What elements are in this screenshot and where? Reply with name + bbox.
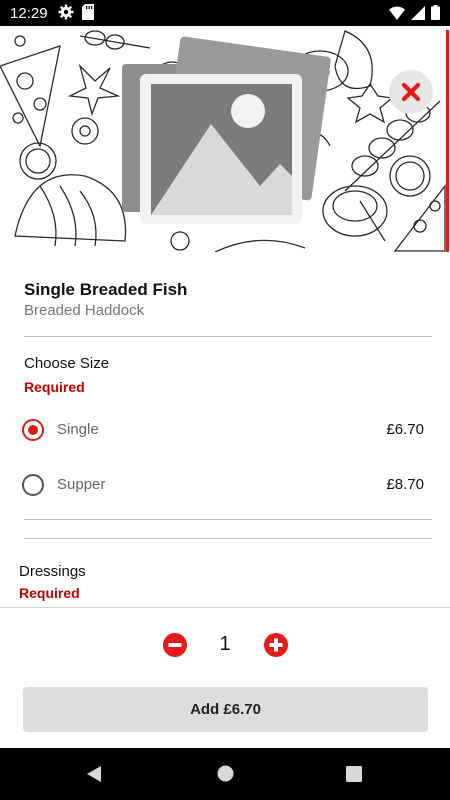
- status-time: 12:29: [10, 5, 48, 22]
- decrement-button[interactable]: [163, 633, 187, 657]
- status-bar: 12:29: [0, 0, 450, 26]
- product-options: Single Breaded Fish Breaded Haddock Choo…: [0, 252, 450, 608]
- food-sketch-background: [0, 30, 446, 252]
- navigation-bar: [0, 748, 450, 800]
- minus-circle-icon: [163, 633, 187, 657]
- option-price: £6.70: [386, 421, 424, 438]
- plus-circle-icon: [264, 633, 288, 657]
- quantity-value: 1: [219, 633, 231, 655]
- add-to-basket-button[interactable]: Add £6.70: [23, 687, 428, 732]
- option-label: Supper: [57, 476, 106, 493]
- option-price: £8.70: [386, 476, 424, 493]
- product-description: Breaded Haddock: [24, 302, 145, 319]
- divider: [24, 336, 432, 337]
- home-icon[interactable]: [217, 765, 234, 787]
- radio-unselected[interactable]: [22, 474, 44, 496]
- gear-icon: [58, 4, 74, 25]
- divider: [24, 519, 432, 520]
- close-button[interactable]: [389, 70, 433, 114]
- increment-button[interactable]: [264, 633, 288, 657]
- option-label: Single: [57, 421, 99, 438]
- signal-icon: [411, 5, 425, 25]
- product-image: [0, 26, 450, 252]
- battery-icon: [431, 5, 440, 25]
- size-required-label: Required: [24, 379, 85, 395]
- sd-card-icon: [82, 4, 94, 25]
- divider: [24, 538, 432, 539]
- back-icon[interactable]: [86, 765, 102, 788]
- dressings-section-title: Dressings: [19, 563, 86, 580]
- product-name: Single Breaded Fish: [24, 280, 188, 299]
- size-option-single[interactable]: Single £6.70: [22, 413, 428, 447]
- size-section-title: Choose Size: [24, 355, 110, 372]
- dressings-required-label: Required: [19, 585, 80, 601]
- close-icon: [401, 82, 421, 102]
- recents-icon[interactable]: [346, 766, 362, 787]
- image-placeholder-icon: [122, 36, 331, 224]
- order-footer: 1 Add £6.70: [0, 607, 450, 748]
- size-option-supper[interactable]: Supper £8.70: [22, 468, 428, 502]
- wifi-icon: [389, 6, 405, 25]
- radio-selected[interactable]: [22, 419, 44, 441]
